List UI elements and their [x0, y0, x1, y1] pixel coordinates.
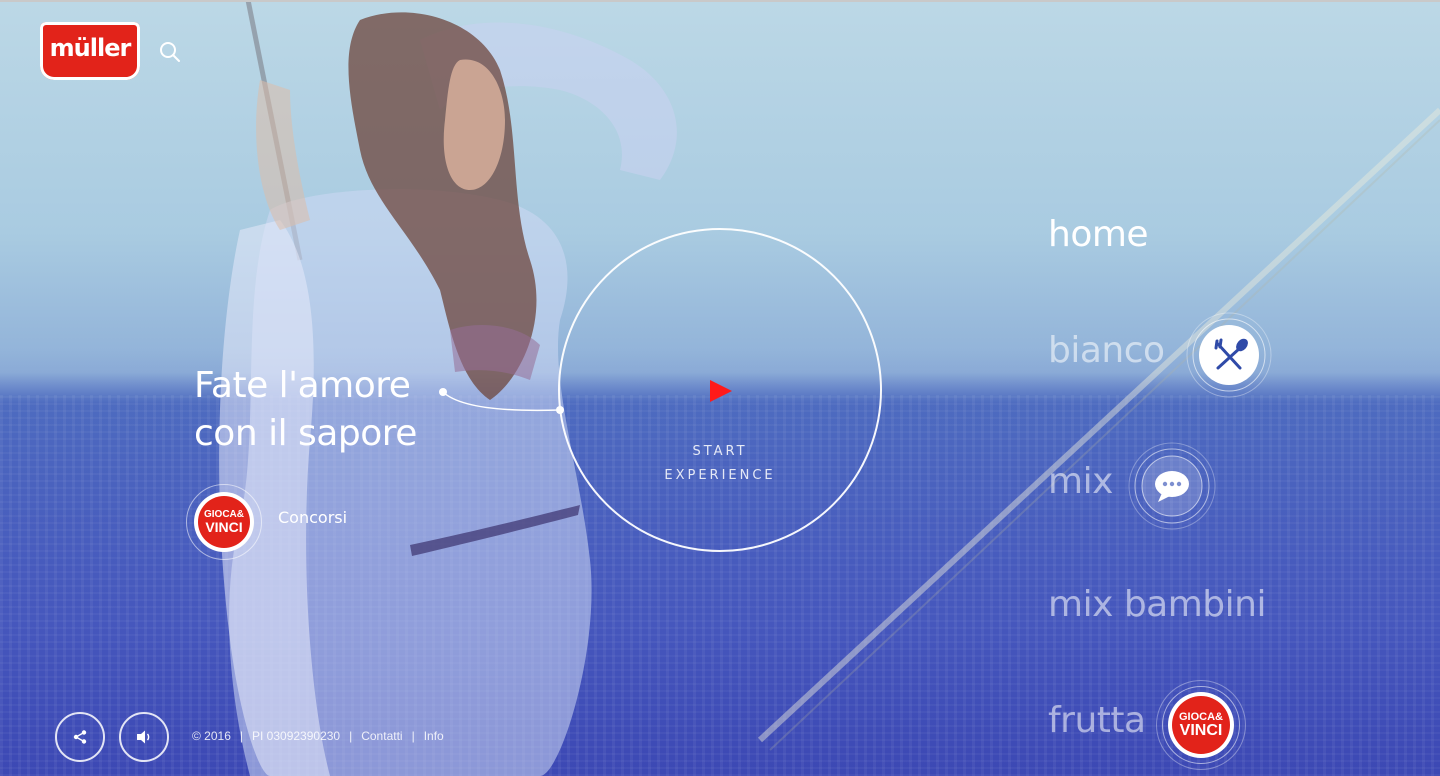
footer-vat: PI 03092390230 — [252, 729, 341, 743]
start-experience-text: START EXPERIENCE — [560, 440, 880, 488]
footer-links: © 2016 | PI 03092390230 | Contatti | Info — [192, 729, 444, 743]
nav-item-home[interactable]: home — [1048, 214, 1149, 255]
logo-text: müller — [49, 34, 132, 62]
share-button[interactable] — [55, 712, 105, 762]
gioca-vinci-badge: GIOCA& VINCI — [194, 492, 254, 552]
concorsi-link[interactable]: GIOCA& VINCI Concorsi — [186, 484, 386, 560]
speaker-icon — [137, 730, 150, 744]
footer-copyright: © 2016 — [192, 729, 231, 743]
footer-contatti-link[interactable]: Contatti — [361, 729, 402, 743]
headline-line-1: Fate l'amore — [194, 365, 411, 406]
search-icon — [160, 42, 180, 62]
nav-item-mix-bambini[interactable]: mix bambini — [1048, 584, 1266, 625]
footer-separator: | — [411, 729, 415, 743]
footer-separator: | — [349, 729, 353, 743]
nav-item-bianco[interactable]: bianco — [1048, 330, 1165, 371]
start-text-line-2: EXPERIENCE — [664, 468, 776, 483]
search-button[interactable] — [158, 40, 182, 64]
badge-text-1: GIOCA& — [1179, 710, 1223, 723]
badge-inner: GIOCA& VINCI — [198, 496, 250, 548]
nav-item-frutta[interactable]: frutta — [1048, 700, 1146, 741]
connector-line — [439, 388, 564, 414]
main-nav: home bianco mix mix bambini frutta GIOCA… — [1048, 0, 1440, 776]
share-icon — [73, 730, 87, 744]
headline-line-2: con il sapore — [194, 413, 417, 454]
muller-logo[interactable]: müller — [40, 22, 140, 80]
badge-red: GIOCA& VINCI — [1172, 696, 1230, 754]
fork-spoon-icon[interactable] — [1186, 312, 1272, 398]
hero-headline: Fate l'amore con il sapore — [194, 362, 454, 458]
footer-info-link[interactable]: Info — [424, 729, 444, 743]
badge-text-2: VINCI — [1179, 721, 1223, 739]
frutta-gioca-vinci-badge[interactable]: GIOCA& VINCI — [1156, 680, 1246, 770]
chat-bubble-icon[interactable] — [1128, 442, 1216, 530]
start-text-line-1: START — [692, 444, 748, 459]
nav-item-mix[interactable]: mix — [1048, 461, 1113, 502]
play-icon — [710, 380, 732, 402]
concorsi-label: Concorsi — [278, 508, 348, 527]
sound-button[interactable] — [119, 712, 169, 762]
start-experience-button[interactable]: START EXPERIENCE — [558, 228, 882, 552]
badge-text-2: VINCI — [205, 519, 243, 535]
badge-white: GIOCA& VINCI — [1168, 692, 1234, 758]
footer-separator: | — [239, 729, 243, 743]
